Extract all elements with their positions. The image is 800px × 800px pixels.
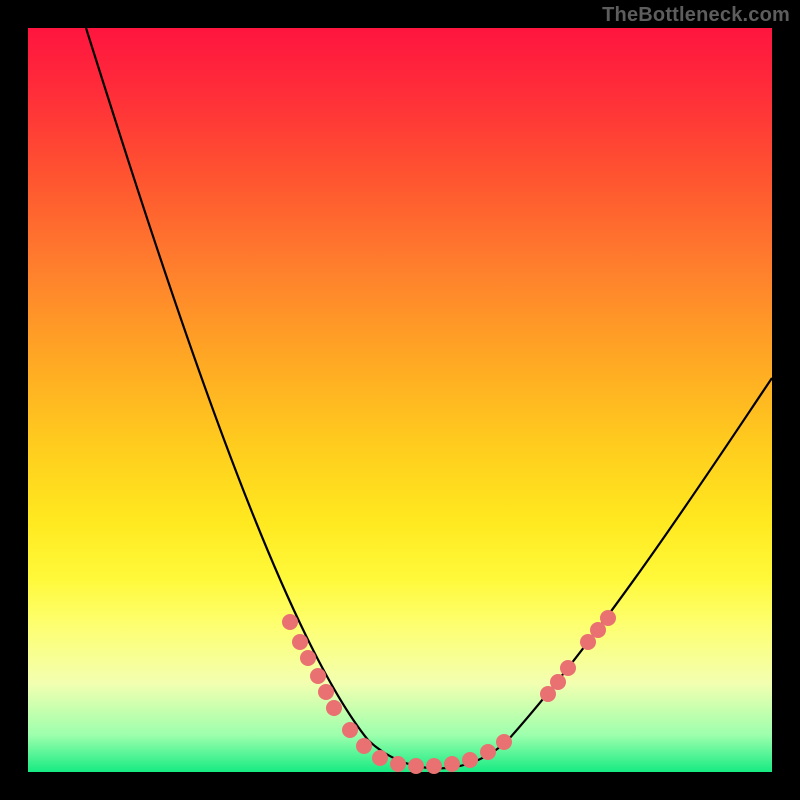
curve-marker [282, 614, 298, 630]
curve-marker [356, 738, 372, 754]
curve-dots-left [282, 614, 512, 774]
chart-svg [28, 28, 772, 772]
curve-marker [408, 758, 424, 774]
curve-marker [480, 744, 496, 760]
curve-marker [292, 634, 308, 650]
curve-marker [444, 756, 460, 772]
curve-marker [426, 758, 442, 774]
curve-marker [560, 660, 576, 676]
curve-marker [550, 674, 566, 690]
curve-marker [300, 650, 316, 666]
curve-marker [390, 756, 406, 772]
curve-marker [496, 734, 512, 750]
curve-marker [462, 752, 478, 768]
curve-marker [600, 610, 616, 626]
bottleneck-curve [86, 28, 772, 769]
curve-marker [326, 700, 342, 716]
curve-marker [342, 722, 358, 738]
curve-marker [310, 668, 326, 684]
watermark-text: TheBottleneck.com [602, 4, 790, 27]
curve-marker [372, 750, 388, 766]
curve-marker [318, 684, 334, 700]
chart-plot-area [28, 28, 772, 772]
